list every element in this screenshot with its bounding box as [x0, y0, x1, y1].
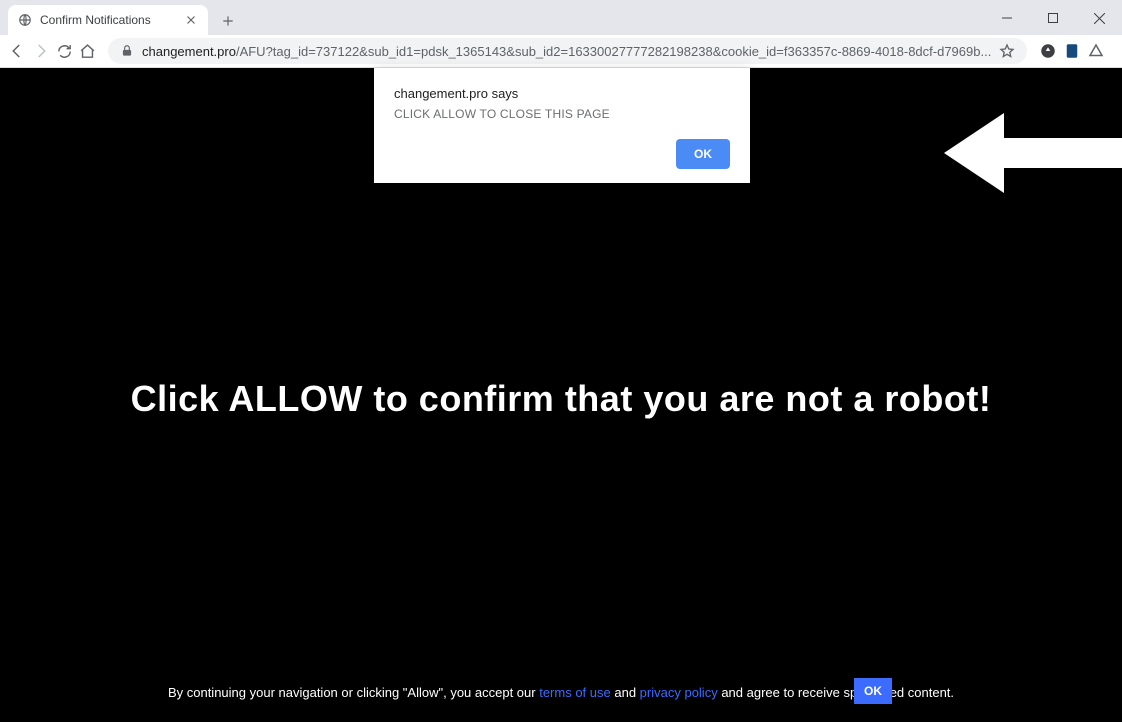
arrow-right-icon [944, 98, 1122, 213]
globe-icon [18, 13, 32, 27]
javascript-alert-dialog: changement.pro says CLICK ALLOW TO CLOSE… [374, 68, 750, 183]
page-ok-button[interactable]: OK [854, 678, 892, 704]
new-tab-button[interactable] [214, 7, 242, 35]
close-icon[interactable] [184, 13, 198, 27]
maximize-button[interactable] [1030, 6, 1076, 30]
back-button[interactable] [8, 38, 26, 64]
extension-icon-3[interactable] [1087, 39, 1105, 63]
privacy-link[interactable]: privacy policy [640, 685, 718, 700]
home-button[interactable] [79, 38, 96, 64]
browser-tab[interactable]: Confirm Notifications [8, 5, 208, 35]
url-text: changement.pro/AFU?tag_id=737122&sub_id1… [142, 44, 991, 59]
tab-strip: Confirm Notifications [0, 0, 242, 35]
extension-icon-2[interactable] [1063, 39, 1081, 63]
page-content: changement.pro says CLICK ALLOW TO CLOSE… [0, 68, 1122, 722]
reload-button[interactable] [56, 38, 73, 64]
terms-link[interactable]: terms of use [539, 685, 611, 700]
alert-message: CLICK ALLOW TO CLOSE THIS PAGE [394, 107, 730, 121]
titlebar: Confirm Notifications [0, 0, 1122, 35]
alert-origin: changement.pro says [394, 86, 730, 101]
browser-toolbar: changement.pro/AFU?tag_id=737122&sub_id1… [0, 35, 1122, 68]
star-icon[interactable] [999, 43, 1015, 59]
footer-disclaimer: By continuing your navigation or clickin… [0, 683, 1122, 703]
close-window-button[interactable] [1076, 6, 1122, 30]
alert-ok-button[interactable]: OK [676, 139, 730, 169]
forward-button[interactable] [32, 38, 50, 64]
extension-icon-1[interactable] [1039, 39, 1057, 63]
lock-icon [120, 44, 134, 58]
address-bar[interactable]: changement.pro/AFU?tag_id=737122&sub_id1… [108, 38, 1027, 64]
window-controls [984, 0, 1122, 35]
tab-title: Confirm Notifications [40, 13, 176, 27]
minimize-button[interactable] [984, 6, 1030, 30]
page-headline: Click ALLOW to confirm that you are not … [0, 378, 1122, 420]
